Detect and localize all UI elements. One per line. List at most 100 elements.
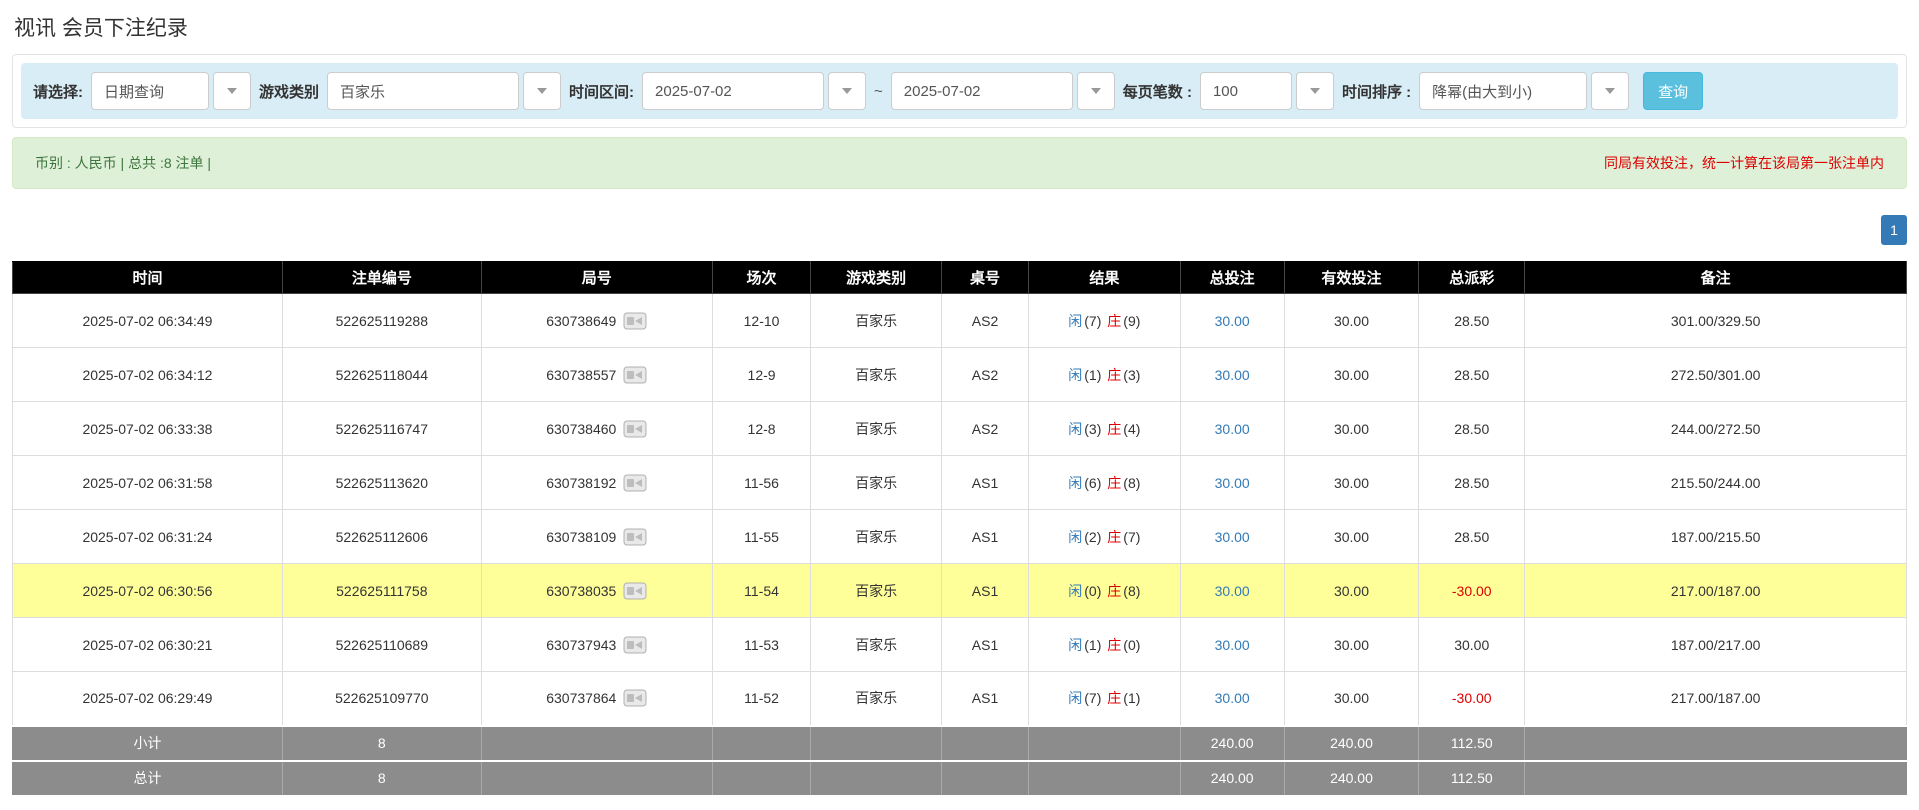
date-to-caret-button[interactable] — [1077, 72, 1115, 110]
date-from-caret-button[interactable] — [828, 72, 866, 110]
cell-bet-id: 522625116747 — [282, 402, 481, 456]
cell-table-no: AS2 — [941, 402, 1028, 456]
video-replay-icon[interactable] — [623, 688, 647, 708]
time-sort-value[interactable]: 降幂(由大到小) — [1419, 72, 1587, 110]
table-footer: 小计 8 240.00 240.00 112.50 总计 8 240.00 24… — [13, 726, 1907, 796]
result-player-value: (1) — [1084, 367, 1101, 383]
video-replay-icon[interactable] — [623, 365, 647, 385]
result-banker-value: (4) — [1123, 421, 1140, 437]
search-button[interactable]: 查询 — [1643, 72, 1703, 110]
video-replay-icon[interactable] — [623, 419, 647, 439]
video-replay-icon[interactable] — [623, 473, 647, 493]
query-type-value[interactable]: 日期查询 — [91, 72, 209, 110]
query-type-label: 请选择: — [33, 81, 83, 102]
total-bet-link[interactable]: 30.00 — [1215, 690, 1250, 706]
chevron-down-icon — [537, 88, 547, 94]
result-banker-value: (8) — [1123, 475, 1140, 491]
cell-game: 百家乐 — [811, 348, 942, 402]
cell-table-no: AS1 — [941, 510, 1028, 564]
game-category-select[interactable]: 百家乐 — [327, 72, 561, 110]
cell-game: 百家乐 — [811, 456, 942, 510]
cell-remark: 187.00/217.00 — [1525, 618, 1907, 672]
result-player-label: 闲 — [1068, 421, 1082, 437]
cell-session: 12-10 — [712, 294, 810, 348]
date-from-value[interactable]: 2025-07-02 — [642, 72, 824, 110]
page-title: 视讯 会员下注纪录 — [14, 12, 1907, 42]
round-id-text: 630738460 — [546, 421, 616, 437]
game-category-value[interactable]: 百家乐 — [327, 72, 519, 110]
result-banker-label: 庄 — [1107, 421, 1121, 437]
time-sort-caret-button[interactable] — [1591, 72, 1629, 110]
cell-game: 百家乐 — [811, 564, 942, 618]
total-bet-link[interactable]: 30.00 — [1215, 583, 1250, 599]
footer-count: 8 — [282, 726, 481, 761]
header-session: 场次 — [712, 262, 810, 294]
page-size-value[interactable]: 100 — [1200, 72, 1292, 110]
cell-game: 百家乐 — [811, 402, 942, 456]
footer-valid-bet: 240.00 — [1284, 761, 1418, 796]
total-bet-link[interactable]: 30.00 — [1215, 637, 1250, 653]
round-id-text: 630738192 — [546, 475, 616, 491]
footer-label: 总计 — [13, 761, 283, 796]
round-id-text: 630737943 — [546, 637, 616, 653]
time-sort-select[interactable]: 降幂(由大到小) — [1419, 72, 1629, 110]
page-size-caret-button[interactable] — [1296, 72, 1334, 110]
cell-payout: 30.00 — [1419, 618, 1525, 672]
header-result: 结果 — [1029, 262, 1181, 294]
game-category-caret-button[interactable] — [523, 72, 561, 110]
cell-game: 百家乐 — [811, 672, 942, 726]
cell-time: 2025-07-02 06:30:56 — [13, 564, 283, 618]
query-type-select[interactable]: 日期查询 — [91, 72, 251, 110]
summary-warning-note: 同局有效投注，统一计算在该局第一张注单内 — [1604, 153, 1884, 173]
header-total-bet: 总投注 — [1180, 262, 1284, 294]
time-sort-label: 时间排序 : — [1342, 81, 1411, 102]
result-player-value: (3) — [1084, 421, 1101, 437]
cell-remark: 301.00/329.50 — [1525, 294, 1907, 348]
page-size-select[interactable]: 100 — [1200, 72, 1334, 110]
cell-total-bet: 30.00 — [1180, 564, 1284, 618]
result-player-value: (2) — [1084, 529, 1101, 545]
table-header: 时间 注单编号 局号 场次 游戏类别 桌号 结果 总投注 有效投注 总派彩 备注 — [13, 262, 1907, 294]
cell-round-id: 630738109 — [481, 510, 712, 564]
total-bet-link[interactable]: 30.00 — [1215, 529, 1250, 545]
summary-bar: 币别 : 人民币 | 总共 :8 注单 | 同局有效投注，统一计算在该局第一张注… — [12, 137, 1907, 189]
cell-time: 2025-07-02 06:33:38 — [13, 402, 283, 456]
video-replay-icon[interactable] — [623, 527, 647, 547]
cell-round-id: 630738557 — [481, 348, 712, 402]
video-replay-icon[interactable] — [623, 311, 647, 331]
result-player-value: (6) — [1084, 475, 1101, 491]
summary-row: 总计 8 240.00 240.00 112.50 — [13, 761, 1907, 796]
cell-bet-id: 522625113620 — [282, 456, 481, 510]
cell-table-no: AS1 — [941, 618, 1028, 672]
result-banker-value: (7) — [1123, 529, 1140, 545]
page-button-1[interactable]: 1 — [1881, 215, 1907, 245]
cell-round-id: 630738649 — [481, 294, 712, 348]
total-bet-link[interactable]: 30.00 — [1215, 367, 1250, 383]
cell-session: 11-55 — [712, 510, 810, 564]
cell-payout: -30.00 — [1419, 672, 1525, 726]
cell-round-id: 630737864 — [481, 672, 712, 726]
footer-valid-bet: 240.00 — [1284, 726, 1418, 761]
result-player-label: 闲 — [1068, 690, 1082, 706]
chevron-down-icon — [842, 88, 852, 94]
video-replay-icon[interactable] — [623, 635, 647, 655]
cell-total-bet: 30.00 — [1180, 510, 1284, 564]
header-game: 游戏类别 — [811, 262, 942, 294]
query-type-caret-button[interactable] — [213, 72, 251, 110]
total-bet-link[interactable]: 30.00 — [1215, 313, 1250, 329]
chevron-down-icon — [1310, 88, 1320, 94]
total-bet-link[interactable]: 30.00 — [1215, 421, 1250, 437]
video-replay-icon[interactable] — [623, 581, 647, 601]
cell-total-bet: 30.00 — [1180, 294, 1284, 348]
date-to-select[interactable]: 2025-07-02 — [891, 72, 1115, 110]
date-from-select[interactable]: 2025-07-02 — [642, 72, 866, 110]
cell-bet-id: 522625111758 — [282, 564, 481, 618]
filter-panel: 请选择: 日期查询 游戏类别 百家乐 时间区间: 2025-07-02 — [12, 54, 1907, 128]
cell-game: 百家乐 — [811, 618, 942, 672]
result-player-value: (7) — [1084, 313, 1101, 329]
date-to-value[interactable]: 2025-07-02 — [891, 72, 1073, 110]
cell-remark: 217.00/187.00 — [1525, 564, 1907, 618]
footer-count: 8 — [282, 761, 481, 796]
total-bet-link[interactable]: 30.00 — [1215, 475, 1250, 491]
cell-session: 11-53 — [712, 618, 810, 672]
